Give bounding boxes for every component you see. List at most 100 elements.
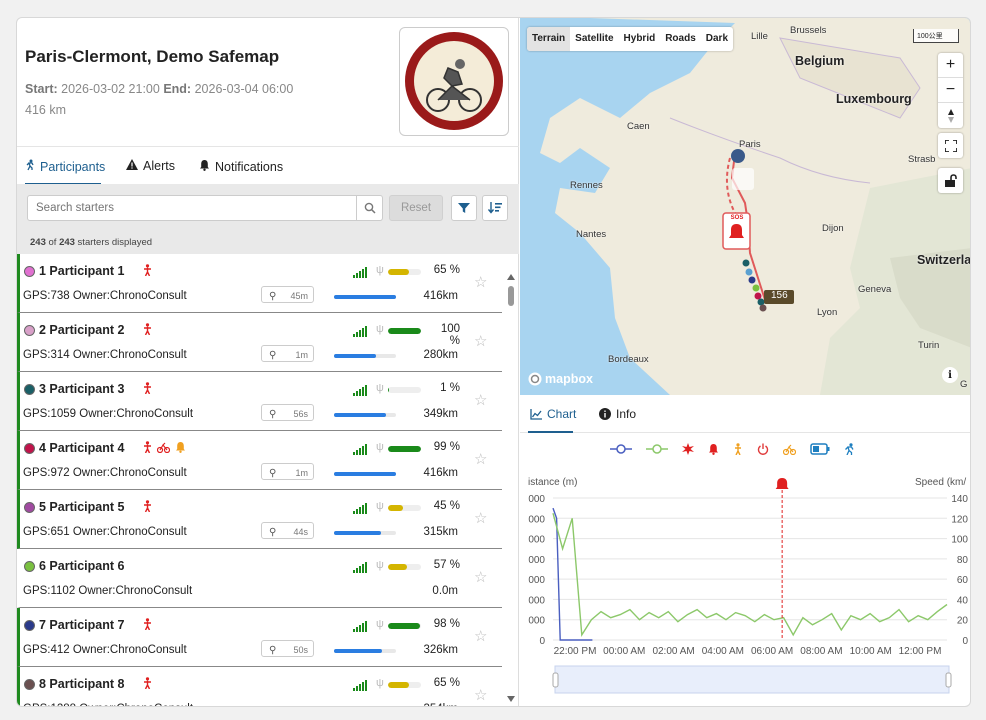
last-seen-badge: ⚲ 50s bbox=[261, 640, 314, 657]
map-info-button[interactable]: i bbox=[942, 367, 958, 383]
participant-row[interactable]: 1 Participant 1 ψ 65 % ☆ GPS:738 Owner:Chron… bbox=[17, 254, 502, 313]
battery-percent: 100 % bbox=[440, 323, 460, 347]
lock-button[interactable] bbox=[938, 168, 963, 193]
map-type-switcher: Terrain Satellite Hybrid Roads Dark bbox=[527, 27, 734, 51]
sos-person-icon bbox=[143, 264, 152, 279]
favorite-star-icon[interactable]: ☆ bbox=[474, 568, 487, 586]
battery-legend-icon[interactable] bbox=[810, 443, 830, 455]
participant-row[interactable]: 8 Participant 8 ψ 65 % ☆ GPS:1288 Owner:Chro… bbox=[17, 667, 502, 706]
map-type-roads[interactable]: Roads bbox=[660, 27, 701, 51]
event-meta: Start: 2026-03-02 21:00 End: 2026-03-04 … bbox=[25, 79, 293, 121]
chart-zoom-slider bbox=[554, 665, 950, 694]
favorite-star-icon[interactable]: ☆ bbox=[474, 332, 487, 350]
chart-icon bbox=[530, 408, 542, 420]
participant-color-dot bbox=[24, 443, 35, 454]
start-label: Start: bbox=[25, 82, 58, 96]
sort-button[interactable] bbox=[482, 195, 508, 221]
gps-owner-info: GPS:651 Owner:ChronoConsult bbox=[23, 526, 187, 538]
bike-legend-icon[interactable] bbox=[783, 443, 796, 455]
y-left-tick-label: 000 bbox=[528, 555, 545, 566]
gps-owner-info: GPS:738 Owner:ChronoConsult bbox=[23, 290, 187, 302]
map-type-satellite[interactable]: Satellite bbox=[570, 27, 618, 51]
tab-alerts-label: Alerts bbox=[143, 159, 175, 173]
participant-name[interactable]: 6 Participant 6 bbox=[39, 559, 124, 573]
map-place-label: Bordeaux bbox=[608, 354, 649, 365]
favorite-star-icon[interactable]: ☆ bbox=[474, 627, 487, 645]
fullscreen-button[interactable] bbox=[938, 133, 963, 158]
participant-row[interactable]: 7 Participant 7 ψ 98 % ☆ GPS:412 Owner:Chron… bbox=[17, 608, 502, 667]
zoom-out-button[interactable]: − bbox=[938, 78, 963, 103]
event-distance: 416 km bbox=[25, 103, 66, 117]
course-progress-bar bbox=[334, 295, 396, 299]
distance-covered: 0.0m bbox=[432, 585, 458, 597]
map-type-dark[interactable]: Dark bbox=[701, 27, 733, 51]
power-legend-icon[interactable] bbox=[757, 443, 769, 455]
tab-chart[interactable]: Chart bbox=[530, 407, 576, 421]
map-place-label: Lyon bbox=[817, 307, 838, 318]
battery-bar bbox=[388, 682, 421, 688]
speed-legend-icon[interactable] bbox=[646, 443, 668, 455]
crash-legend-icon[interactable] bbox=[682, 443, 694, 455]
favorite-star-icon[interactable]: ☆ bbox=[474, 686, 487, 704]
participant-name[interactable]: 1 Participant 1 bbox=[39, 264, 124, 278]
favorite-star-icon[interactable]: ☆ bbox=[474, 391, 487, 409]
sos-legend-icon[interactable] bbox=[708, 443, 719, 455]
telemetry-chart[interactable]: istance (m) Speed (km/0 0 20 000 40 000 60 000 80… bbox=[520, 458, 970, 706]
battery-percent: 65 % bbox=[433, 677, 460, 689]
x-tick-label: 10:00 AM bbox=[850, 646, 892, 657]
y-left-tick-label: 000 bbox=[528, 575, 545, 586]
favorite-star-icon[interactable]: ☆ bbox=[474, 450, 487, 468]
map-type-terrain[interactable]: Terrain bbox=[527, 27, 571, 51]
last-seen-badge: ⚲ 56s bbox=[261, 404, 314, 421]
favorite-star-icon[interactable]: ☆ bbox=[474, 273, 487, 291]
filter-button[interactable] bbox=[451, 195, 477, 221]
participant-row[interactable]: 4 Participant 4 ψ 99 % ☆ GPS:972 Owner:Chron… bbox=[17, 431, 502, 490]
tab-chart-label: Chart bbox=[547, 407, 577, 421]
pin-icon: ⚲ bbox=[269, 408, 277, 420]
mapbox-text: mapbox bbox=[545, 372, 593, 386]
map-type-hybrid[interactable]: Hybrid bbox=[619, 27, 661, 51]
participant-name[interactable]: 5 Participant 5 bbox=[39, 500, 124, 514]
battery-percent: 99 % bbox=[433, 441, 460, 453]
participant-name[interactable]: 7 Participant 7 bbox=[39, 618, 124, 632]
favorite-star-icon[interactable]: ☆ bbox=[474, 509, 487, 527]
tab-participants[interactable]: Participants bbox=[25, 159, 105, 174]
tab-notifications[interactable]: Notifications bbox=[199, 159, 283, 174]
search-input[interactable] bbox=[27, 195, 357, 221]
tab-alerts[interactable]: Alerts bbox=[126, 159, 175, 173]
participant-name[interactable]: 3 Participant 3 bbox=[39, 382, 124, 396]
x-tick-label: 22:00 PM bbox=[554, 646, 597, 657]
participant-name[interactable]: 4 Participant 4 bbox=[39, 441, 124, 455]
reset-button[interactable]: Reset bbox=[389, 195, 443, 221]
route-marker-label[interactable]: 156 bbox=[771, 290, 788, 301]
zoom-in-button[interactable]: + bbox=[938, 53, 963, 78]
participant-name[interactable]: 2 Participant 2 bbox=[39, 323, 124, 337]
participant-row[interactable]: 6 Participant 6 ψ 57 % ☆ GPS:1102 Owner:Chro… bbox=[17, 549, 502, 608]
compass-button[interactable] bbox=[938, 103, 963, 128]
list-scrollbar[interactable] bbox=[505, 254, 517, 706]
search-button[interactable] bbox=[356, 195, 383, 221]
fall-legend-icon[interactable] bbox=[733, 443, 743, 455]
y-left-tick-label: 000 bbox=[528, 535, 545, 546]
info-icon bbox=[599, 408, 611, 420]
participant-row[interactable]: 5 Participant 5 ψ 45 % ☆ GPS:651 Owner:Chron… bbox=[17, 490, 502, 549]
participant-row[interactable]: 2 Participant 2 ψ 100 % ☆ GPS:314 Owner:Chro… bbox=[17, 313, 502, 372]
runner-legend-icon[interactable] bbox=[844, 443, 855, 455]
participant-row[interactable]: 3 Participant 3 ψ 1 % ☆ GPS:1059 Owner:Chron… bbox=[17, 372, 502, 431]
last-seen-value: 45m bbox=[290, 291, 308, 301]
count-summary: 243 of 243 starters displayed bbox=[17, 232, 519, 254]
distance-legend-icon[interactable] bbox=[610, 443, 632, 455]
gps-owner-info: GPS:1102 Owner:ChronoConsult bbox=[23, 585, 193, 597]
pin-icon: ⚲ bbox=[269, 526, 277, 538]
participant-color-dot bbox=[24, 325, 35, 336]
participant-status-icons bbox=[143, 677, 152, 692]
tab-info[interactable]: Info bbox=[599, 407, 636, 421]
battery-bar bbox=[388, 623, 421, 629]
participant-status-icons bbox=[143, 382, 152, 397]
last-seen-badge: ⚲ 1m bbox=[261, 463, 314, 480]
map-canvas bbox=[520, 18, 970, 395]
map-view[interactable]: Brussels Lille Belgium Luxembourg Caen Paris S… bbox=[520, 18, 970, 395]
distance-covered: 280km bbox=[423, 349, 458, 361]
plug-icon: ψ bbox=[376, 264, 384, 276]
participant-name[interactable]: 8 Participant 8 bbox=[39, 677, 124, 691]
